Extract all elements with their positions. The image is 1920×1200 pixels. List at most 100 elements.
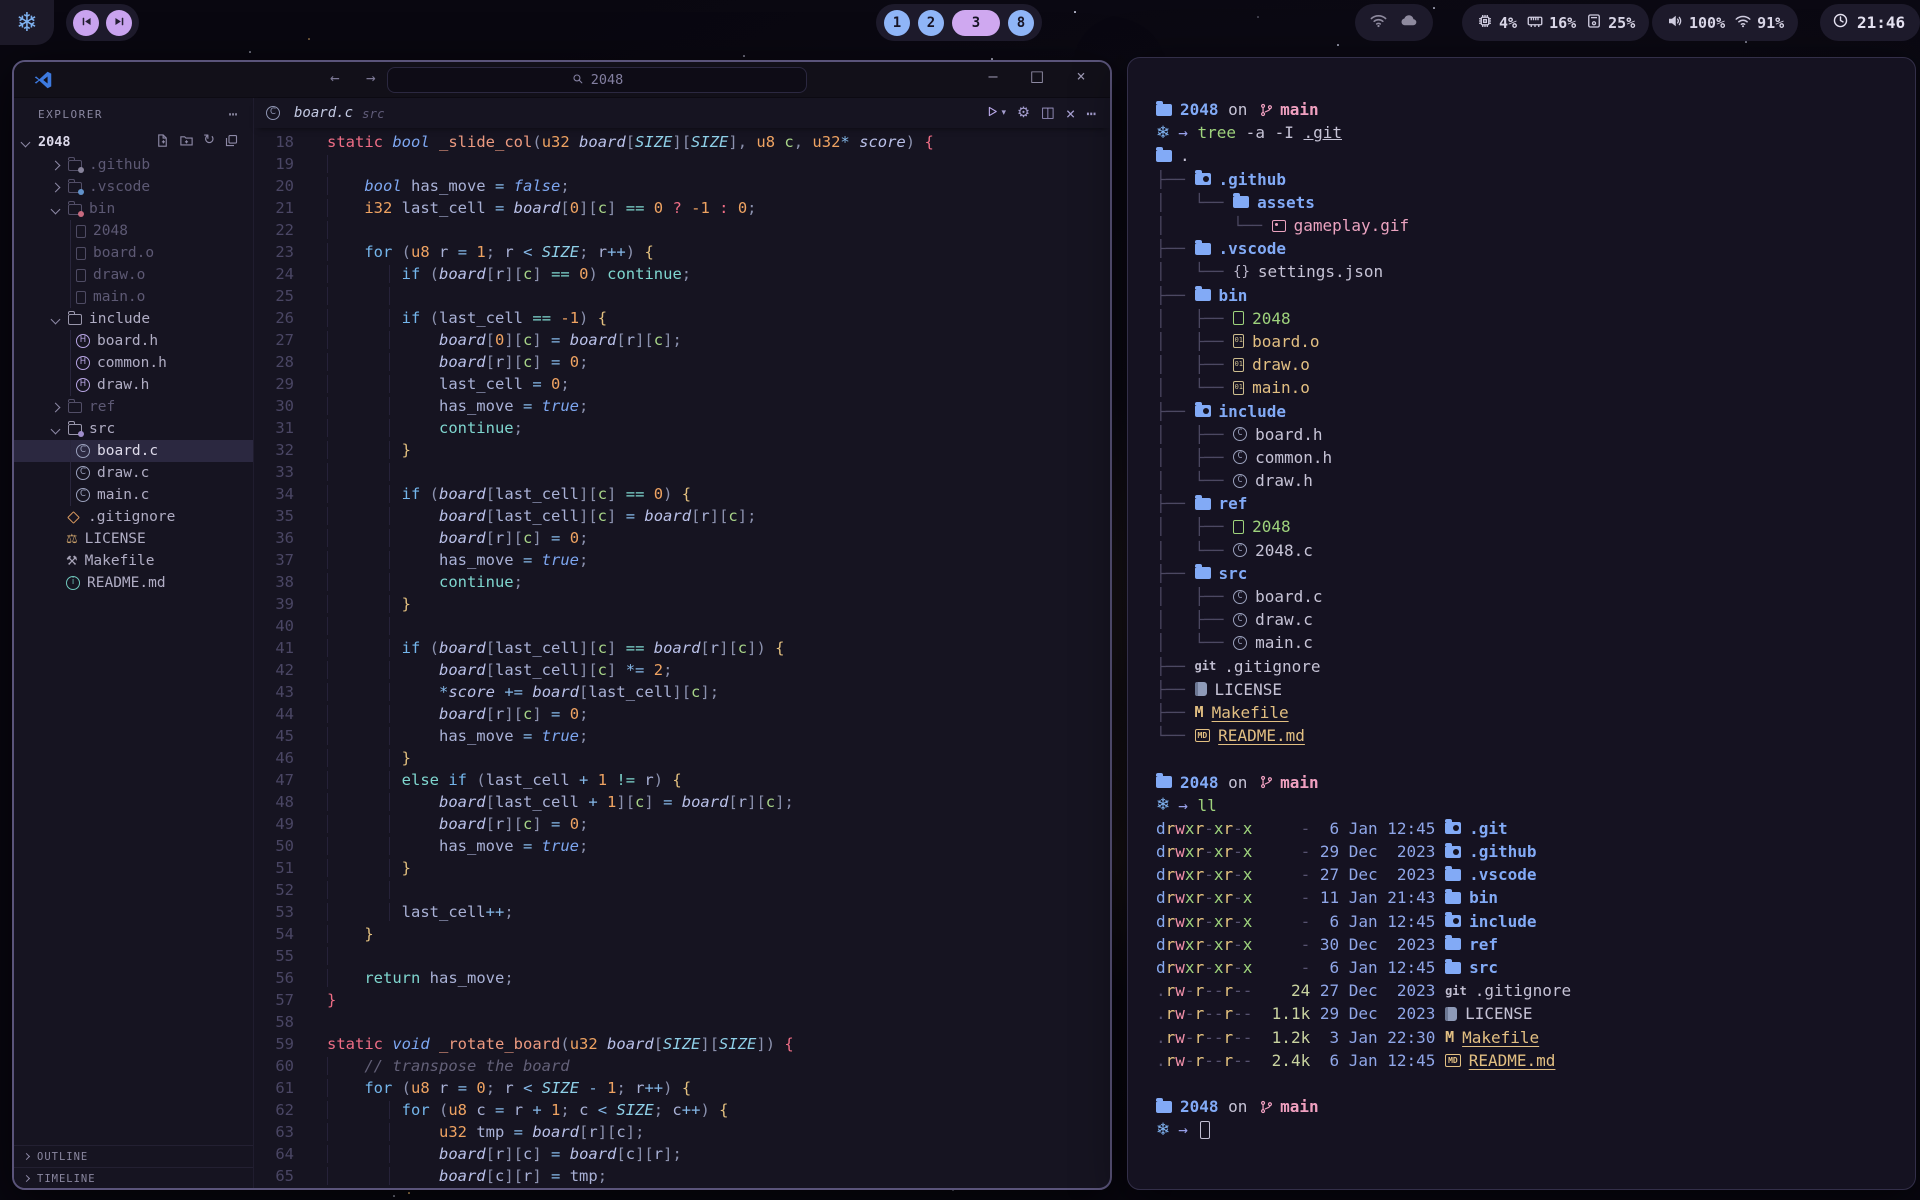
line-number: 64 — [254, 1143, 294, 1165]
explorer-item-ref[interactable]: ref — [14, 396, 253, 418]
workspace-button-8[interactable]: 8 — [1008, 10, 1034, 36]
explorer-item-Makefile[interactable]: ⚒Makefile — [14, 550, 253, 572]
new-folder-button[interactable] — [179, 133, 194, 152]
run-debug-button[interactable]: ▾ — [985, 104, 1006, 123]
command-center-search[interactable]: 2048 — [387, 67, 807, 93]
c-icon — [1233, 474, 1247, 488]
terminal-line: → — [1156, 1118, 1915, 1141]
explorer-item-board.c[interactable]: Cboard.c — [14, 440, 253, 462]
close-button[interactable]: × — [1068, 67, 1094, 85]
network-weather-pill — [1355, 4, 1433, 41]
star — [743, 55, 745, 57]
vscode-window: ← → 2048 – □ × EXPLORER ⋯ 2048 ↻ — [12, 60, 1112, 1190]
explorer-item-draw.o[interactable]: draw.o — [14, 264, 253, 286]
folder-bin-icon — [68, 204, 82, 215]
line-number: 65 — [254, 1165, 294, 1187]
explorer-item-.github[interactable]: .github — [14, 154, 253, 176]
minimize-button[interactable]: – — [980, 67, 1006, 85]
explorer-item-main.c[interactable]: Cmain.c — [14, 484, 253, 506]
explorer-item-board.o[interactable]: board.o — [14, 242, 253, 264]
terminal-line: │ ├── 2048 — [1156, 307, 1915, 330]
workspace-button-3[interactable]: 3 — [952, 10, 1000, 36]
workspace-button-2[interactable]: 2 — [918, 10, 944, 36]
media-prev-button[interactable] — [73, 10, 99, 36]
git-icon — [1445, 984, 1467, 998]
workspace-button-1[interactable]: 1 — [884, 10, 910, 36]
explorer-item-label: board.c — [97, 443, 158, 459]
line-number: 19 — [254, 153, 294, 175]
terminal-line: drwxr-xr-x - 6 Jan 12:45 src — [1156, 956, 1915, 979]
book-icon — [1445, 1007, 1457, 1021]
line-number: 36 — [254, 527, 294, 549]
terminal-window[interactable]: 2048 on main→ tree -a -I .git.├── .githu… — [1127, 57, 1916, 1190]
wifi-status-icon — [1369, 11, 1388, 34]
explorer-more-button[interactable]: ⋯ — [228, 105, 239, 123]
explorer-item-label: src — [89, 421, 115, 437]
settings-gear-button[interactable]: ⚙ — [1017, 105, 1030, 121]
launcher-button[interactable]: ❄ — [0, 0, 54, 45]
explorer-item-common.h[interactable]: Hcommon.h — [14, 352, 253, 374]
code-line-53: 53 last_cell++; — [254, 901, 1110, 923]
explorer-item-draw.h[interactable]: Hdraw.h — [14, 374, 253, 396]
pfolder-icon — [1156, 104, 1172, 116]
code-line-52: 52 — [254, 879, 1110, 901]
cpu-icon — [1476, 12, 1494, 34]
nav-forward-button[interactable]: → — [366, 68, 376, 87]
terminal-line: 2048 on main — [1156, 98, 1915, 121]
line-number: 31 — [254, 417, 294, 439]
md-icon — [1195, 729, 1211, 742]
media-next-button[interactable] — [106, 10, 132, 36]
refresh-button[interactable]: ↻ — [203, 133, 215, 152]
explorer-item-README.md[interactable]: iREADME.md — [14, 572, 253, 594]
chevron-down-icon — [51, 424, 61, 434]
code-line-58: 58 — [254, 1011, 1110, 1033]
close-editor-button[interactable]: × — [1066, 104, 1076, 123]
explorer-item-.gitignore[interactable]: .gitignore — [14, 506, 253, 528]
code-line-21: 21 i32 last_cell = board[0][c] == 0 ? -1… — [254, 197, 1110, 219]
cpu-usage: 4% — [1499, 14, 1517, 32]
tab-board-c[interactable]: C board.c src — [254, 98, 399, 128]
explorer-item-board.h[interactable]: Hboard.h — [14, 330, 253, 352]
timeline-section[interactable]: TIMELINE — [14, 1167, 253, 1189]
line-number: 42 — [254, 659, 294, 681]
editor-more-button[interactable]: ⋯ — [1086, 104, 1096, 123]
explorer-item-main.o[interactable]: main.o — [14, 286, 253, 308]
outline-section[interactable]: OUTLINE — [14, 1145, 253, 1167]
nav-back-button[interactable]: ← — [330, 68, 340, 87]
bin-icon — [1233, 358, 1244, 372]
explorer-item-src[interactable]: src — [14, 418, 253, 440]
line-number: 37 — [254, 549, 294, 571]
terminal-line: drwxr-xr-x - 29 Dec 2023 .github — [1156, 840, 1915, 863]
explorer-item-draw.c[interactable]: Cdraw.c — [14, 462, 253, 484]
explorer-item-LICENSE[interactable]: ⚖LICENSE — [14, 528, 253, 550]
vscode-titlebar[interactable]: ← → 2048 – □ × — [14, 62, 1110, 98]
line-number: 29 — [254, 373, 294, 395]
skip-forward-icon — [113, 13, 126, 32]
line-number: 23 — [254, 241, 294, 263]
explorer-item-bin[interactable]: bin — [14, 198, 253, 220]
code-line-38: 38 continue; — [254, 571, 1110, 593]
explorer-item-include[interactable]: include — [14, 308, 253, 330]
explorer-root-folder[interactable]: 2048 ↻ — [14, 130, 253, 154]
c-icon: C — [76, 466, 90, 480]
code-line-56: 56 return has_move; — [254, 967, 1110, 989]
split-editor-button[interactable]: ◫ — [1041, 105, 1055, 121]
explorer-item-label: main.c — [97, 487, 149, 503]
terminal-line: │ └── main.o — [1156, 376, 1915, 399]
code-editor[interactable]: 18static bool _slide_col(u32 board[SIZE]… — [254, 128, 1110, 1189]
new-file-button[interactable] — [155, 133, 170, 152]
explorer-item-2048[interactable]: 2048 — [14, 220, 253, 242]
code-line-46: 46 } — [254, 747, 1110, 769]
m-icon — [1195, 703, 1204, 721]
code-line-60: 60 // transpose the board — [254, 1055, 1110, 1077]
volume-level: 100% — [1689, 14, 1725, 32]
explorer-item-.vscode[interactable]: .vscode — [14, 176, 253, 198]
line-number: 47 — [254, 769, 294, 791]
terminal-line — [1156, 747, 1915, 770]
folder-icon — [68, 314, 82, 325]
tab-path-hint: src — [362, 106, 385, 121]
maximize-button[interactable]: □ — [1024, 67, 1050, 85]
collapse-all-button[interactable] — [224, 133, 239, 152]
line-number: 55 — [254, 945, 294, 967]
code-line-55: 55 — [254, 945, 1110, 967]
